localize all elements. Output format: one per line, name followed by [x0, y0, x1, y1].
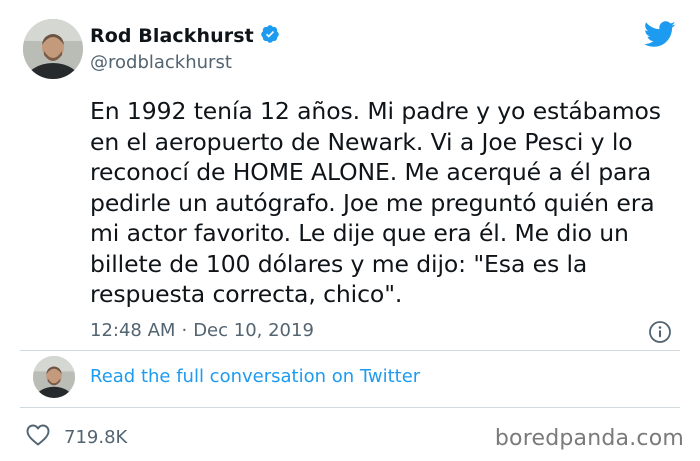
tweet-date[interactable]: Dec 10, 2019 [193, 320, 314, 341]
tweet-timestamp[interactable]: 12:48 AM · Dec 10, 2019 [90, 320, 314, 341]
author-display-name[interactable]: Rod Blackhurst [90, 25, 254, 47]
divider [20, 407, 680, 408]
info-icon[interactable] [648, 320, 672, 344]
tweet-text: En 1992 tenía 12 años. Mi padre y yo est… [90, 97, 661, 308]
author-name-row: Rod Blackhurst [90, 24, 280, 48]
likes-row[interactable]: 719.8K [26, 424, 127, 451]
divider [20, 350, 680, 351]
tweet-card: Rod Blackhurst @rodblackhurst En 1992 te… [0, 0, 700, 461]
likes-count: 719.8K [64, 427, 128, 448]
author-avatar[interactable] [23, 19, 83, 79]
heart-icon[interactable] [26, 424, 50, 451]
watermark: boredpanda.com [494, 426, 684, 451]
twitter-bird-icon[interactable] [643, 21, 676, 48]
read-conversation-link[interactable]: Read the full conversation on Twitter [90, 366, 420, 387]
author-handle[interactable]: @rodblackhurst [90, 52, 232, 73]
tweet-time[interactable]: 12:48 AM [90, 320, 175, 341]
conversation-avatar [33, 356, 75, 398]
verified-badge-icon [260, 24, 280, 48]
timestamp-separator: · [181, 320, 188, 341]
